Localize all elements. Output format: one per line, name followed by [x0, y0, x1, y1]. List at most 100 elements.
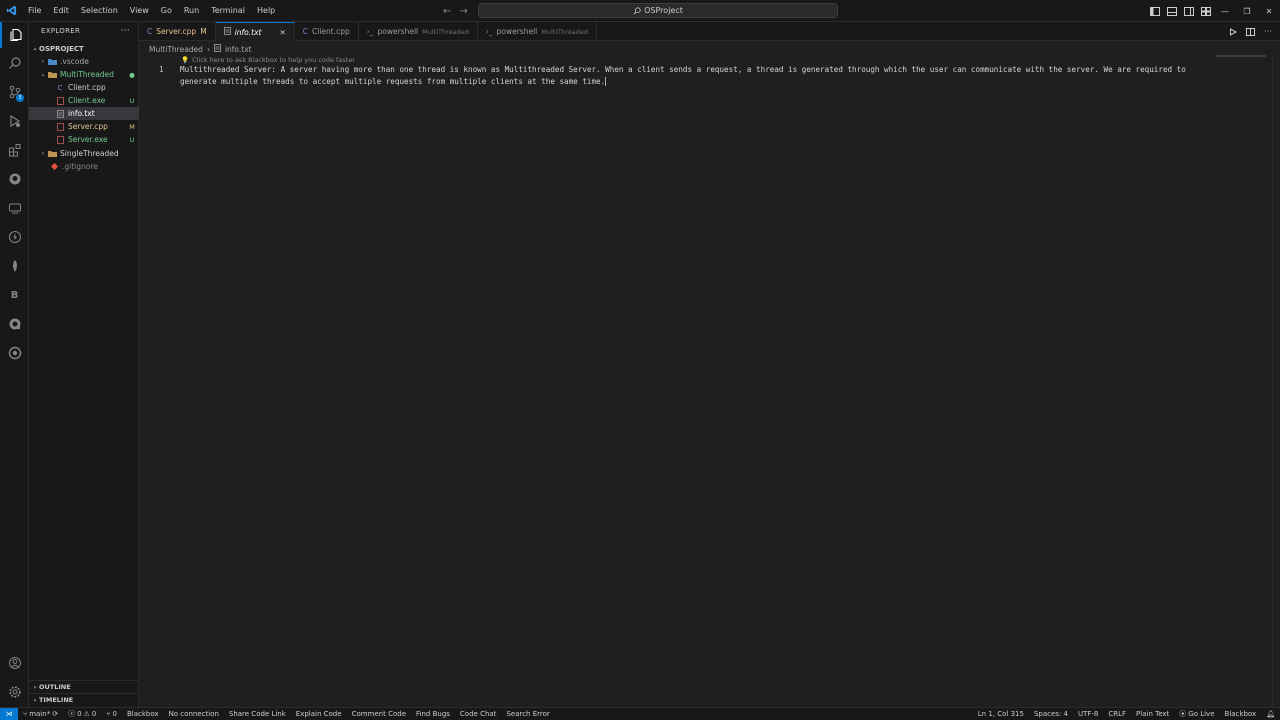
menu-run[interactable]: Run — [178, 0, 205, 22]
menu-edit[interactable]: Edit — [47, 0, 75, 22]
go-live-button[interactable]: ⦿ Go Live — [1174, 709, 1219, 719]
tree-item-client-cpp[interactable]: C Client.cpp — [29, 81, 139, 94]
blackbox-status[interactable]: Blackbox — [122, 710, 164, 718]
toggle-primary-sidebar-icon[interactable] — [1150, 6, 1160, 16]
customize-layout-icon[interactable] — [1201, 6, 1211, 16]
copilot-icon[interactable] — [0, 311, 29, 337]
encoding[interactable]: UTF-8 — [1073, 710, 1103, 718]
cursor-position[interactable]: Ln 1, Col 315 — [973, 710, 1029, 718]
close-window-icon[interactable]: ✕ — [1258, 0, 1280, 22]
menu-go[interactable]: Go — [155, 0, 178, 22]
code-chat-button[interactable]: Code Chat — [455, 710, 502, 718]
ports-icon: ⑂ — [106, 710, 111, 718]
broadcast-icon: ⦿ — [1179, 710, 1187, 718]
blackbox-hint[interactable]: 💡 Click here to ask Blackbox to help you… — [181, 56, 355, 64]
search-error-button[interactable]: Search Error — [501, 710, 554, 718]
git-status-badge: M — [129, 122, 135, 131]
tree-item-vscode[interactable]: › .vscode — [29, 55, 139, 68]
cpp-file-icon: C — [302, 27, 308, 36]
tree-item-label: Server.exe — [68, 135, 108, 144]
breadcrumb-file[interactable]: info.txt — [225, 45, 252, 54]
editor-text[interactable]: Multithreaded Server: A server having mo… — [180, 64, 1210, 87]
menu-file[interactable]: File — [22, 0, 47, 22]
extensions-icon[interactable] — [0, 137, 29, 163]
explain-code-button[interactable]: Explain Code — [291, 710, 347, 718]
tab-server-cpp[interactable]: C Server.cpp M — [139, 22, 216, 41]
toggle-secondary-sidebar-icon[interactable] — [1184, 6, 1194, 16]
tab-label: Server.cpp — [156, 27, 197, 36]
git-status-badge: U — [129, 96, 135, 105]
vertical-scrollbar[interactable] — [1272, 55, 1280, 708]
git-branch[interactable]: ⑂ main* ⟳ — [18, 710, 63, 718]
tab-info-txt[interactable]: info.txt ✕ — [215, 22, 295, 41]
terminal-icon: ›_ — [485, 27, 493, 36]
find-bugs-button[interactable]: Find Bugs — [411, 710, 455, 718]
explorer-icon[interactable] — [0, 22, 29, 48]
breadcrumb-folder[interactable]: MultiThreaded — [149, 45, 203, 54]
tree-item-server-cpp[interactable]: Server.cpp M — [29, 120, 139, 133]
run-debug-icon[interactable] — [0, 108, 29, 134]
more-actions-icon[interactable]: ··· — [1264, 27, 1272, 36]
tree-item-gitignore[interactable]: .gitignore — [29, 160, 139, 173]
tree-item-client-exe[interactable]: Client.exe U — [29, 94, 139, 107]
tree-item-multithreaded[interactable]: ⌄ MultiThreaded ● — [29, 68, 139, 81]
outline-section[interactable]: › OUTLINE — [29, 680, 139, 693]
window-controls: — ❐ ✕ — [1214, 0, 1280, 22]
settings-gear-icon[interactable] — [0, 679, 29, 705]
line-ending[interactable]: CRLF — [1103, 710, 1131, 718]
source-control-icon[interactable]: 3 — [0, 79, 29, 105]
toggle-panel-icon[interactable] — [1167, 6, 1177, 16]
menu-selection[interactable]: Selection — [75, 0, 124, 22]
account-icon[interactable] — [0, 650, 29, 676]
language-mode[interactable]: Plain Text — [1131, 710, 1174, 718]
tree-item-label: info.txt — [68, 109, 95, 118]
notifications-bell-icon[interactable]: 🔔︎ — [1261, 710, 1280, 718]
blackbox-right-status[interactable]: Blackbox — [1220, 710, 1262, 718]
tree-item-singlethreaded[interactable]: › SingleThreaded — [29, 147, 139, 160]
minimize-icon[interactable]: — — [1214, 0, 1236, 22]
warning-icon: ⚠ — [83, 710, 90, 718]
chevron-right-icon: › — [41, 58, 45, 65]
remote-explorer-icon[interactable] — [0, 195, 29, 221]
run-file-icon[interactable] — [1229, 27, 1238, 36]
menu-view[interactable]: View — [124, 0, 155, 22]
comment-code-button[interactable]: Comment Code — [347, 710, 411, 718]
back-arrow-icon[interactable]: ← — [443, 6, 451, 17]
editor-area[interactable]: 💡 Click here to ask Blackbox to help you… — [139, 55, 1280, 708]
outline-label: OUTLINE — [39, 683, 71, 691]
terminal-icon: ›_ — [366, 27, 374, 36]
remote-indicator-icon[interactable]: ⋊ — [0, 707, 18, 720]
workspace-root[interactable]: ⌄ OSPROJECT — [29, 42, 139, 55]
menu-terminal[interactable]: Terminal — [205, 0, 251, 22]
maximize-icon[interactable]: ❐ — [1236, 0, 1258, 22]
blackbox-icon[interactable]: B — [0, 282, 29, 308]
explorer-sidebar: EXPLORER ··· ⌄ OSPROJECT › .vscode ⌄ Mul… — [29, 22, 139, 708]
more-actions-icon[interactable]: ··· — [121, 26, 130, 36]
close-tab-icon[interactable]: ✕ — [279, 28, 285, 37]
command-center[interactable]: OSProject — [478, 3, 838, 18]
text-file-icon — [213, 44, 221, 54]
github-icon[interactable] — [0, 166, 29, 192]
forward-arrow-icon[interactable]: → — [459, 6, 467, 17]
tree-item-info-txt[interactable]: info.txt — [29, 107, 139, 120]
status-bar: ⋊ ⑂ main* ⟳ ⓧ 0 ⚠ 0 ⑂ 0 Blackbox No conn… — [0, 707, 1280, 720]
connection-status[interactable]: No connection — [164, 710, 224, 718]
split-editor-icon[interactable] — [1246, 27, 1256, 36]
share-code-link-button[interactable]: Share Code Link — [224, 710, 291, 718]
tree-item-server-exe[interactable]: Server.exe U — [29, 133, 139, 146]
search-icon[interactable] — [0, 50, 29, 76]
layout-controls — [1150, 0, 1211, 22]
ports-indicator[interactable]: ⑂ 0 — [101, 710, 122, 718]
menu-help[interactable]: Help — [251, 0, 281, 22]
tab-powershell-2[interactable]: ›_ powershell MultiThreaded — [478, 22, 597, 41]
indentation[interactable]: Spaces: 4 — [1029, 710, 1073, 718]
target-icon[interactable] — [0, 340, 29, 366]
problems-indicator[interactable]: ⓧ 0 ⚠ 0 — [63, 709, 101, 719]
chevron-right-icon: › — [206, 44, 210, 54]
leaf-icon[interactable] — [0, 253, 29, 279]
tab-client-cpp[interactable]: C Client.cpp — [295, 22, 359, 41]
lightning-icon[interactable] — [0, 224, 29, 250]
tab-powershell-1[interactable]: ›_ powershell MultiThreaded — [359, 22, 478, 41]
timeline-section[interactable]: › TIMELINE — [29, 693, 139, 706]
minimap[interactable] — [1216, 55, 1266, 57]
